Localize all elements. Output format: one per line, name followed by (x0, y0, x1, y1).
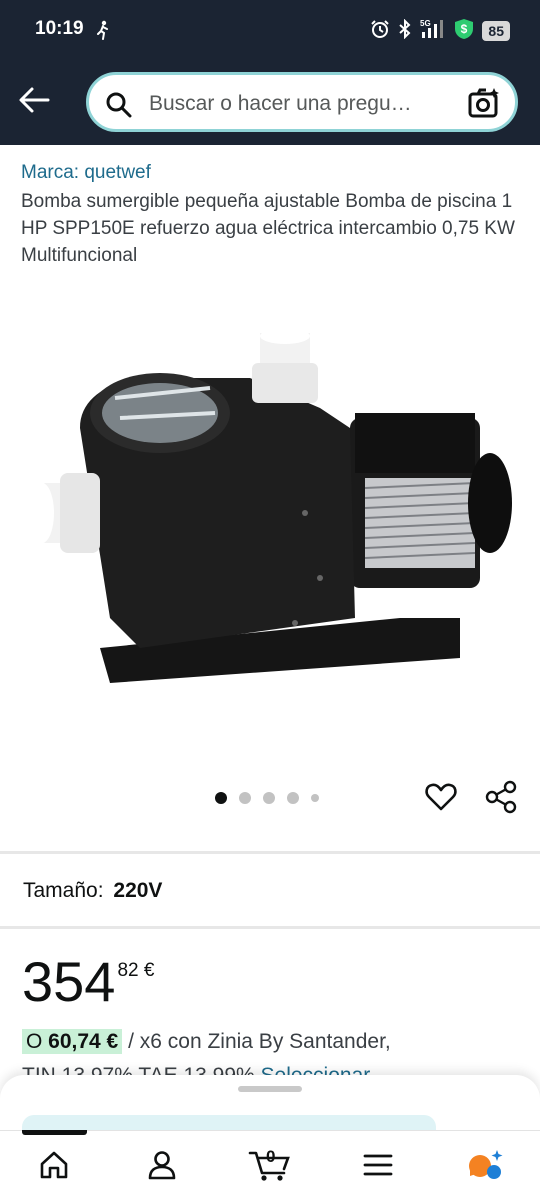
camera-search-icon[interactable] (467, 86, 501, 125)
nav-account[interactable] (140, 1145, 184, 1185)
status-time: 10:19 (35, 18, 84, 39)
sheet-drag-handle[interactable] (238, 1086, 302, 1092)
nav-rufus[interactable] (464, 1145, 508, 1185)
image-carousel-dots[interactable] (215, 792, 319, 804)
search-icon (105, 91, 133, 124)
security-shield-icon: $ (454, 18, 474, 45)
status-bar: 10:19 5G $ 85 (0, 0, 540, 60)
bottom-sheet[interactable] (0, 1075, 540, 1135)
active-tab-indicator (22, 1130, 87, 1135)
product-image[interactable] (20, 318, 520, 698)
financing-offer: O 60,74 € / x6 con Zinia By Santander, (22, 1029, 391, 1054)
app-header: 10:19 5G $ 85 (0, 0, 540, 145)
svg-text:$: $ (461, 22, 468, 36)
battery-indicator: 85 (482, 21, 510, 41)
section-divider (0, 926, 540, 929)
nav-menu[interactable] (356, 1145, 400, 1185)
nav-home[interactable] (32, 1145, 76, 1185)
alarm-icon (370, 19, 390, 44)
size-value: 220V (113, 879, 163, 902)
share-icon[interactable] (484, 780, 518, 814)
nav-cart[interactable]: 0 (248, 1145, 292, 1185)
search-input[interactable] (147, 87, 461, 121)
walking-icon (96, 20, 110, 45)
financing-amount: 60,74 € (48, 1030, 119, 1053)
product-title: Bomba sumergible pequeña ajustable Bomba… (21, 191, 515, 266)
home-icon (40, 1151, 68, 1179)
price-cents: 82 € (117, 960, 155, 981)
financing-text: / x6 con Zinia By Santander, (122, 1030, 391, 1053)
size-label: Tamaño: (23, 879, 104, 902)
carousel-dot[interactable] (311, 794, 319, 802)
bluetooth-icon (398, 18, 412, 44)
menu-icon (363, 1154, 393, 1176)
carousel-dot[interactable] (239, 792, 251, 804)
price: 354 82 € (22, 952, 154, 1012)
rufus-icon (469, 1150, 503, 1179)
back-button[interactable] (14, 80, 54, 120)
wishlist-heart-icon[interactable] (424, 780, 458, 814)
back-arrow-icon (19, 87, 50, 113)
account-icon (148, 1151, 176, 1180)
svg-text:5G: 5G (420, 19, 431, 28)
brand-link[interactable]: Marca: quetwef (21, 162, 151, 184)
cart-count: 0 (266, 1147, 276, 1166)
carousel-dot[interactable] (263, 792, 275, 804)
search-bar[interactable] (86, 72, 518, 132)
size-selector[interactable]: Tamaño: 220V (23, 879, 162, 903)
bottom-navigation: 0 (0, 1130, 540, 1201)
price-whole: 354 (22, 950, 116, 1013)
financing-highlight: O 60,74 € (22, 1029, 123, 1054)
signal-icon: 5G (420, 18, 446, 45)
status-icons: 5G $ 85 (370, 18, 510, 44)
carousel-dot[interactable] (215, 792, 227, 804)
carousel-dot[interactable] (287, 792, 299, 804)
section-divider (0, 851, 540, 854)
